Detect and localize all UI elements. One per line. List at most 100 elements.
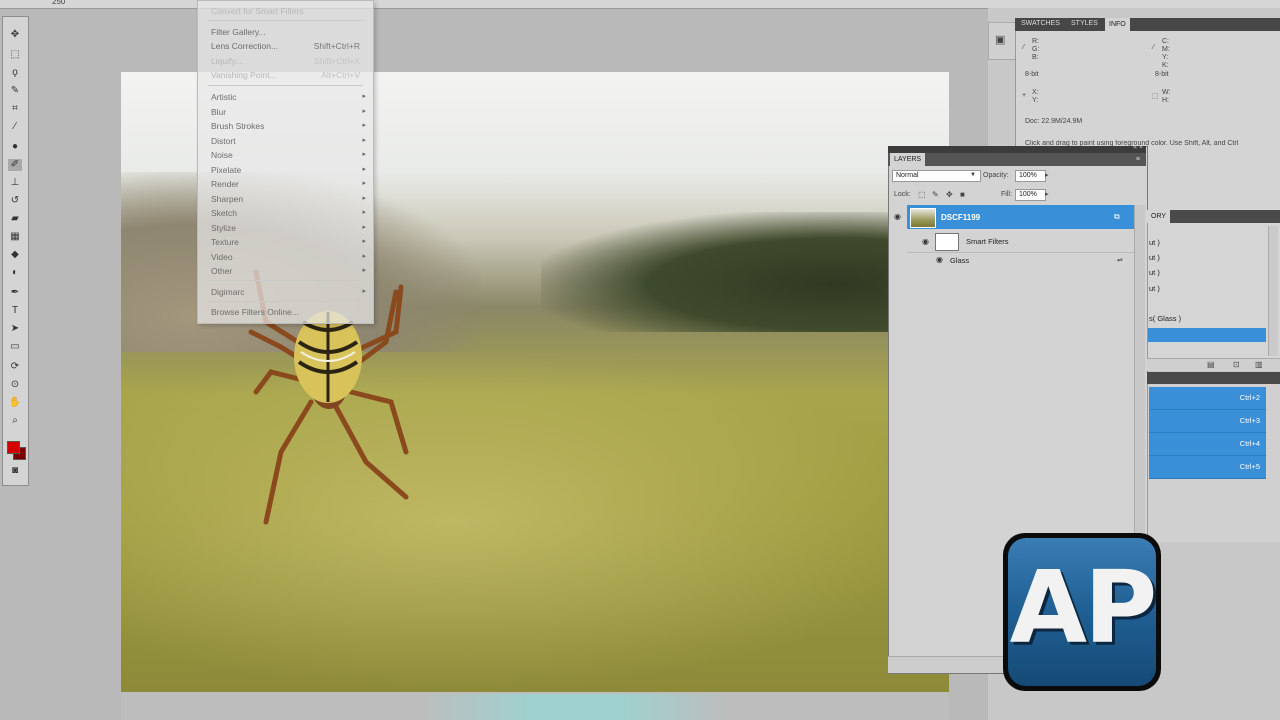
lock-label: Lock: — [894, 191, 911, 198]
history-item[interactable]: ut ) — [1149, 238, 1160, 247]
submenu-arrow-icon: ▸ — [362, 195, 366, 202]
submenu-arrow-icon: ▸ — [362, 108, 366, 115]
menu-item-render[interactable]: Render — [211, 179, 239, 189]
submenu-arrow-icon: ▸ — [362, 166, 366, 173]
menu-item-digimarc[interactable]: Digimarc — [211, 287, 245, 297]
smart-filters-eye-icon[interactable]: ◉ — [922, 237, 929, 246]
history-item-selected[interactable] — [1148, 328, 1266, 342]
blend-mode-select[interactable]: Normal — [892, 170, 981, 182]
menu-item-texture[interactable]: Texture — [211, 237, 239, 247]
visibility-eye-icon[interactable]: ◉ — [894, 212, 901, 221]
menu-separator — [208, 280, 363, 281]
history-item[interactable]: ut ) — [1149, 253, 1160, 262]
info-y: Y: — [1162, 54, 1169, 61]
3d-orbit-tool-icon[interactable]: ⊙ — [8, 379, 22, 391]
history-item[interactable]: s( Glass ) — [1149, 314, 1181, 323]
healing-brush-tool-icon[interactable]: ● — [8, 141, 22, 153]
lock-all-icon[interactable]: ■ — [960, 190, 965, 199]
new-snapshot-icon[interactable]: ⊡ — [1233, 360, 1240, 369]
submenu-arrow-icon: ▸ — [362, 122, 366, 129]
action-shortcut: Ctrl+3 — [1239, 416, 1260, 425]
menu-item-filter-gallery[interactable]: Filter Gallery... — [211, 27, 266, 37]
history-brush-tool-icon[interactable]: ↺ — [8, 195, 22, 207]
zoom-value[interactable]: 250 — [52, 0, 65, 6]
eyedropper-tool-icon[interactable]: ⁄ — [8, 121, 22, 133]
new-document-icon[interactable]: ▤ — [1207, 360, 1215, 369]
tab-styles[interactable]: STYLES — [1071, 20, 1098, 27]
hand-tool-icon[interactable]: ✋ — [8, 397, 22, 409]
glass-filter-eye-icon[interactable]: ◉ — [936, 255, 943, 264]
menu-item-noise[interactable]: Noise — [211, 150, 233, 160]
menu-item-sketch[interactable]: Sketch — [211, 208, 237, 218]
navigator-icon[interactable]: ▣ — [995, 33, 1005, 46]
dodge-tool-icon[interactable]: ◐ — [8, 267, 22, 279]
layers-panel-tabbar: LAYERS ≡ — [888, 153, 1146, 166]
brush-tool-icon[interactable]: ✐ — [8, 159, 22, 171]
lock-position-icon[interactable]: ✥ — [946, 190, 953, 199]
fill-arrow-icon[interactable]: ▸ — [1045, 190, 1049, 198]
marquee-tool-icon[interactable]: ⬚ — [8, 49, 22, 61]
gradient-tool-icon[interactable]: ▦ — [8, 231, 22, 243]
info-c: C: — [1162, 38, 1169, 45]
menu-item-vanishing-point: Vanishing Point... — [211, 70, 277, 80]
shape-tool-icon[interactable]: ▭ — [8, 341, 22, 353]
menu-item-lens-correction[interactable]: Lens Correction... — [211, 41, 278, 51]
action-row[interactable]: Ctrl+3 — [1149, 410, 1266, 433]
info-bitdepth-left: 8-bit — [1025, 71, 1039, 78]
quick-mask-icon[interactable]: ◙ — [8, 465, 22, 477]
pen-tool-icon[interactable]: ✒ — [8, 287, 22, 299]
lock-transparency-icon[interactable]: ⬚ — [918, 190, 926, 199]
layer-name[interactable]: DSCF1199 — [941, 213, 980, 222]
fill-field[interactable]: 100% — [1015, 189, 1046, 201]
trash-icon[interactable]: ▥ — [1255, 360, 1263, 369]
lock-pixels-icon[interactable]: ✎ — [932, 190, 939, 199]
path-select-tool-icon[interactable]: ➤ — [8, 323, 22, 335]
menu-item-sharpen[interactable]: Sharpen — [211, 194, 243, 204]
menu-item-artistic[interactable]: Artistic — [211, 92, 237, 102]
stamp-tool-icon[interactable]: ⊥ — [8, 177, 22, 189]
menu-item-blur[interactable]: Blur — [211, 107, 226, 117]
blending-options-icon[interactable]: ⇌ — [1117, 256, 1123, 264]
type-tool-icon[interactable]: T — [8, 305, 22, 317]
tab-layers[interactable]: LAYERS — [890, 153, 926, 166]
info-panel-tabs: SWATCHES STYLES INFO — [1015, 18, 1280, 31]
action-row[interactable]: Ctrl+2 — [1149, 387, 1266, 410]
menu-item-pixelate[interactable]: Pixelate — [211, 165, 241, 175]
tab-info[interactable]: INFO — [1105, 18, 1130, 31]
menu-item-brush-strokes[interactable]: Brush Strokes — [211, 121, 264, 131]
smart-filters-label: Smart Filters — [966, 237, 1009, 246]
info-w: W: — [1162, 89, 1171, 96]
zoom-tool-icon[interactable]: ⌕ — [8, 415, 22, 427]
lasso-tool-icon[interactable]: ϙ — [8, 67, 22, 79]
history-scrollbar[interactable] — [1268, 226, 1278, 356]
crop-tool-icon[interactable]: ⌗ — [8, 103, 22, 115]
info-x: X: — [1032, 89, 1039, 96]
menu-item-video[interactable]: Video — [211, 252, 233, 262]
quick-select-tool-icon[interactable]: ✎ — [8, 85, 22, 97]
move-tool-icon[interactable]: ✥ — [8, 29, 22, 41]
menu-item-distort[interactable]: Distort — [211, 136, 236, 146]
eraser-tool-icon[interactable]: ▰ — [8, 213, 22, 225]
smart-filter-mask-thumbnail[interactable] — [935, 233, 959, 251]
menu-item-browse-filters-online[interactable]: Browse Filters Online... — [211, 307, 299, 317]
tab-swatches[interactable]: SWATCHES — [1021, 20, 1060, 27]
info-k: K: — [1162, 62, 1169, 69]
tab-history[interactable]: ORY — [1147, 210, 1171, 223]
blur-tool-icon[interactable]: ◆ — [8, 249, 22, 261]
layers-panel-titlebar[interactable]: « × — [888, 144, 1146, 153]
action-row[interactable]: Ctrl+5 — [1149, 456, 1266, 479]
history-item[interactable]: ut ) — [1149, 284, 1160, 293]
collapse-icon[interactable]: « × — [1133, 144, 1143, 151]
collapsed-panel-icons[interactable]: ▣ — [988, 22, 1016, 60]
opacity-arrow-icon[interactable]: ▸ — [1045, 171, 1049, 179]
panel-menu-icon[interactable]: ≡ — [1132, 153, 1144, 166]
history-item[interactable]: ut ) — [1149, 268, 1160, 277]
menu-item-stylize[interactable]: Stylize — [211, 223, 236, 233]
foreground-color-swatch[interactable] — [7, 441, 20, 454]
menu-item-other[interactable]: Other — [211, 266, 232, 276]
opacity-field[interactable]: 100% — [1015, 170, 1046, 182]
actions-panel-tabbar — [1147, 372, 1280, 384]
action-row[interactable]: Ctrl+4 — [1149, 433, 1266, 456]
filter-glass-label[interactable]: Glass — [950, 256, 969, 265]
3d-rotate-tool-icon[interactable]: ⟳ — [8, 361, 22, 373]
